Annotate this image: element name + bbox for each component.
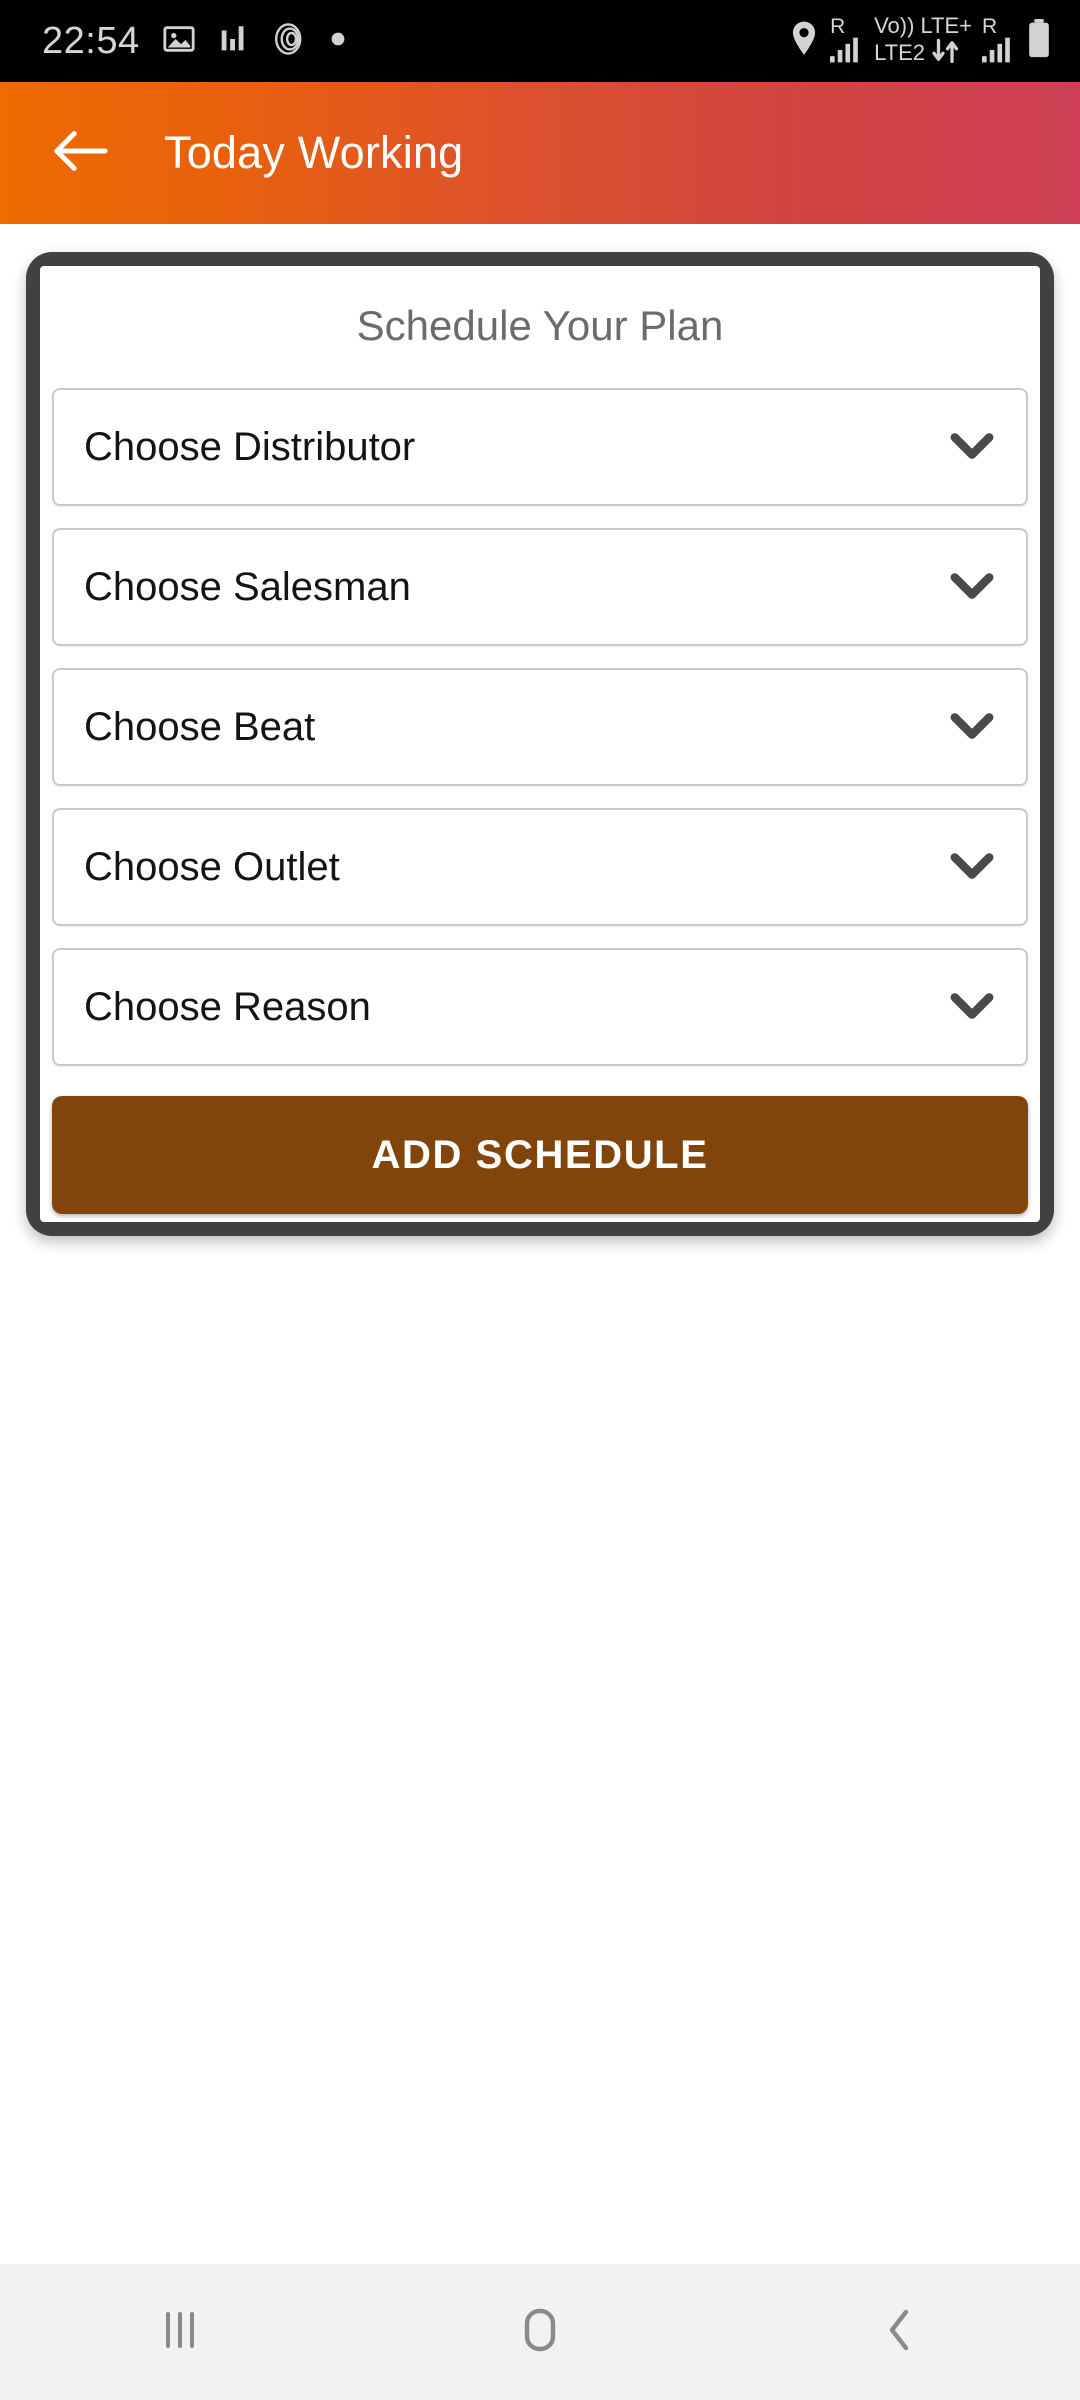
status-bar-left: 22:54 — [42, 20, 346, 63]
nav-home-button[interactable] — [460, 2263, 620, 2400]
volte-label: Vo)) — [874, 13, 915, 38]
network-type-row: LTE2 — [874, 38, 961, 68]
schedule-plan-card-inner: Schedule Your Plan Choose Distributor Ch… — [40, 266, 1040, 1222]
signal-bars-icon — [982, 37, 1016, 67]
battery-icon — [1026, 18, 1052, 64]
chevron-down-icon — [948, 843, 996, 891]
chevron-down-icon — [948, 703, 996, 751]
phone-screen: 22:54 R Vo)) LTE+ LTE2 R Today Working S… — [0, 0, 1080, 2400]
home-icon — [514, 2304, 566, 2361]
sim2-roaming-label: R — [982, 14, 998, 38]
sim1-roaming-label: R — [830, 14, 846, 38]
volte-network-stack: Vo)) LTE+ LTE2 — [874, 14, 972, 68]
select-salesman-label: Choose Salesman — [84, 564, 411, 609]
select-outlet[interactable]: Choose Outlet — [52, 808, 1028, 926]
volte-row: Vo)) LTE+ — [874, 14, 972, 38]
arrow-left-icon — [51, 127, 109, 180]
nav-back-button[interactable] — [820, 2263, 980, 2400]
sim1-signal-group: R — [830, 16, 864, 67]
chevron-down-icon — [948, 563, 996, 611]
back-button[interactable] — [44, 117, 116, 189]
page-title: Today Working — [164, 127, 464, 178]
select-beat[interactable]: Choose Beat — [52, 668, 1028, 786]
status-bar: 22:54 R Vo)) LTE+ LTE2 R — [0, 0, 1080, 82]
schedule-form: Choose Distributor Choose Salesman Choos… — [40, 388, 1040, 1214]
nav-recents-button[interactable] — [100, 2263, 260, 2400]
location-pin-icon — [788, 20, 820, 63]
sim1-roaming-stack: R — [830, 16, 864, 67]
select-beat-label: Choose Beat — [84, 704, 316, 749]
sim2-signal-group: R — [982, 16, 1016, 67]
status-bar-right: R Vo)) LTE+ LTE2 R — [788, 14, 1052, 68]
lte-plus-label: LTE+ — [920, 13, 972, 38]
select-outlet-label: Choose Outlet — [84, 844, 340, 889]
card-title: Schedule Your Plan — [356, 302, 724, 349]
signal-bars-icon — [830, 37, 864, 67]
select-reason-label: Choose Reason — [84, 984, 371, 1029]
network-type-label: LTE2 — [874, 40, 926, 65]
chevron-down-icon — [948, 983, 996, 1031]
select-distributor-label: Choose Distributor — [84, 424, 416, 469]
sim2-roaming-stack: R — [982, 16, 1016, 67]
main-content: Schedule Your Plan Choose Distributor Ch… — [0, 224, 1080, 2262]
bar-chart-icon — [218, 22, 248, 61]
app-bar: Today Working — [0, 82, 1080, 224]
add-schedule-button[interactable]: ADD SCHEDULE — [52, 1096, 1028, 1214]
back-chevron-icon — [874, 2304, 926, 2361]
status-clock: 22:54 — [42, 20, 140, 62]
dot-icon — [330, 31, 346, 52]
recents-icon — [154, 2304, 206, 2361]
image-icon — [162, 22, 196, 61]
android-nav-bar — [0, 2262, 1080, 2400]
select-salesman[interactable]: Choose Salesman — [52, 528, 1028, 646]
select-reason[interactable]: Choose Reason — [52, 948, 1028, 1066]
select-distributor[interactable]: Choose Distributor — [52, 388, 1028, 506]
schedule-plan-card: Schedule Your Plan Choose Distributor Ch… — [26, 252, 1054, 1236]
data-transfer-icon — [931, 38, 961, 68]
spiral-disc-icon — [270, 20, 308, 63]
chevron-down-icon — [948, 423, 996, 471]
